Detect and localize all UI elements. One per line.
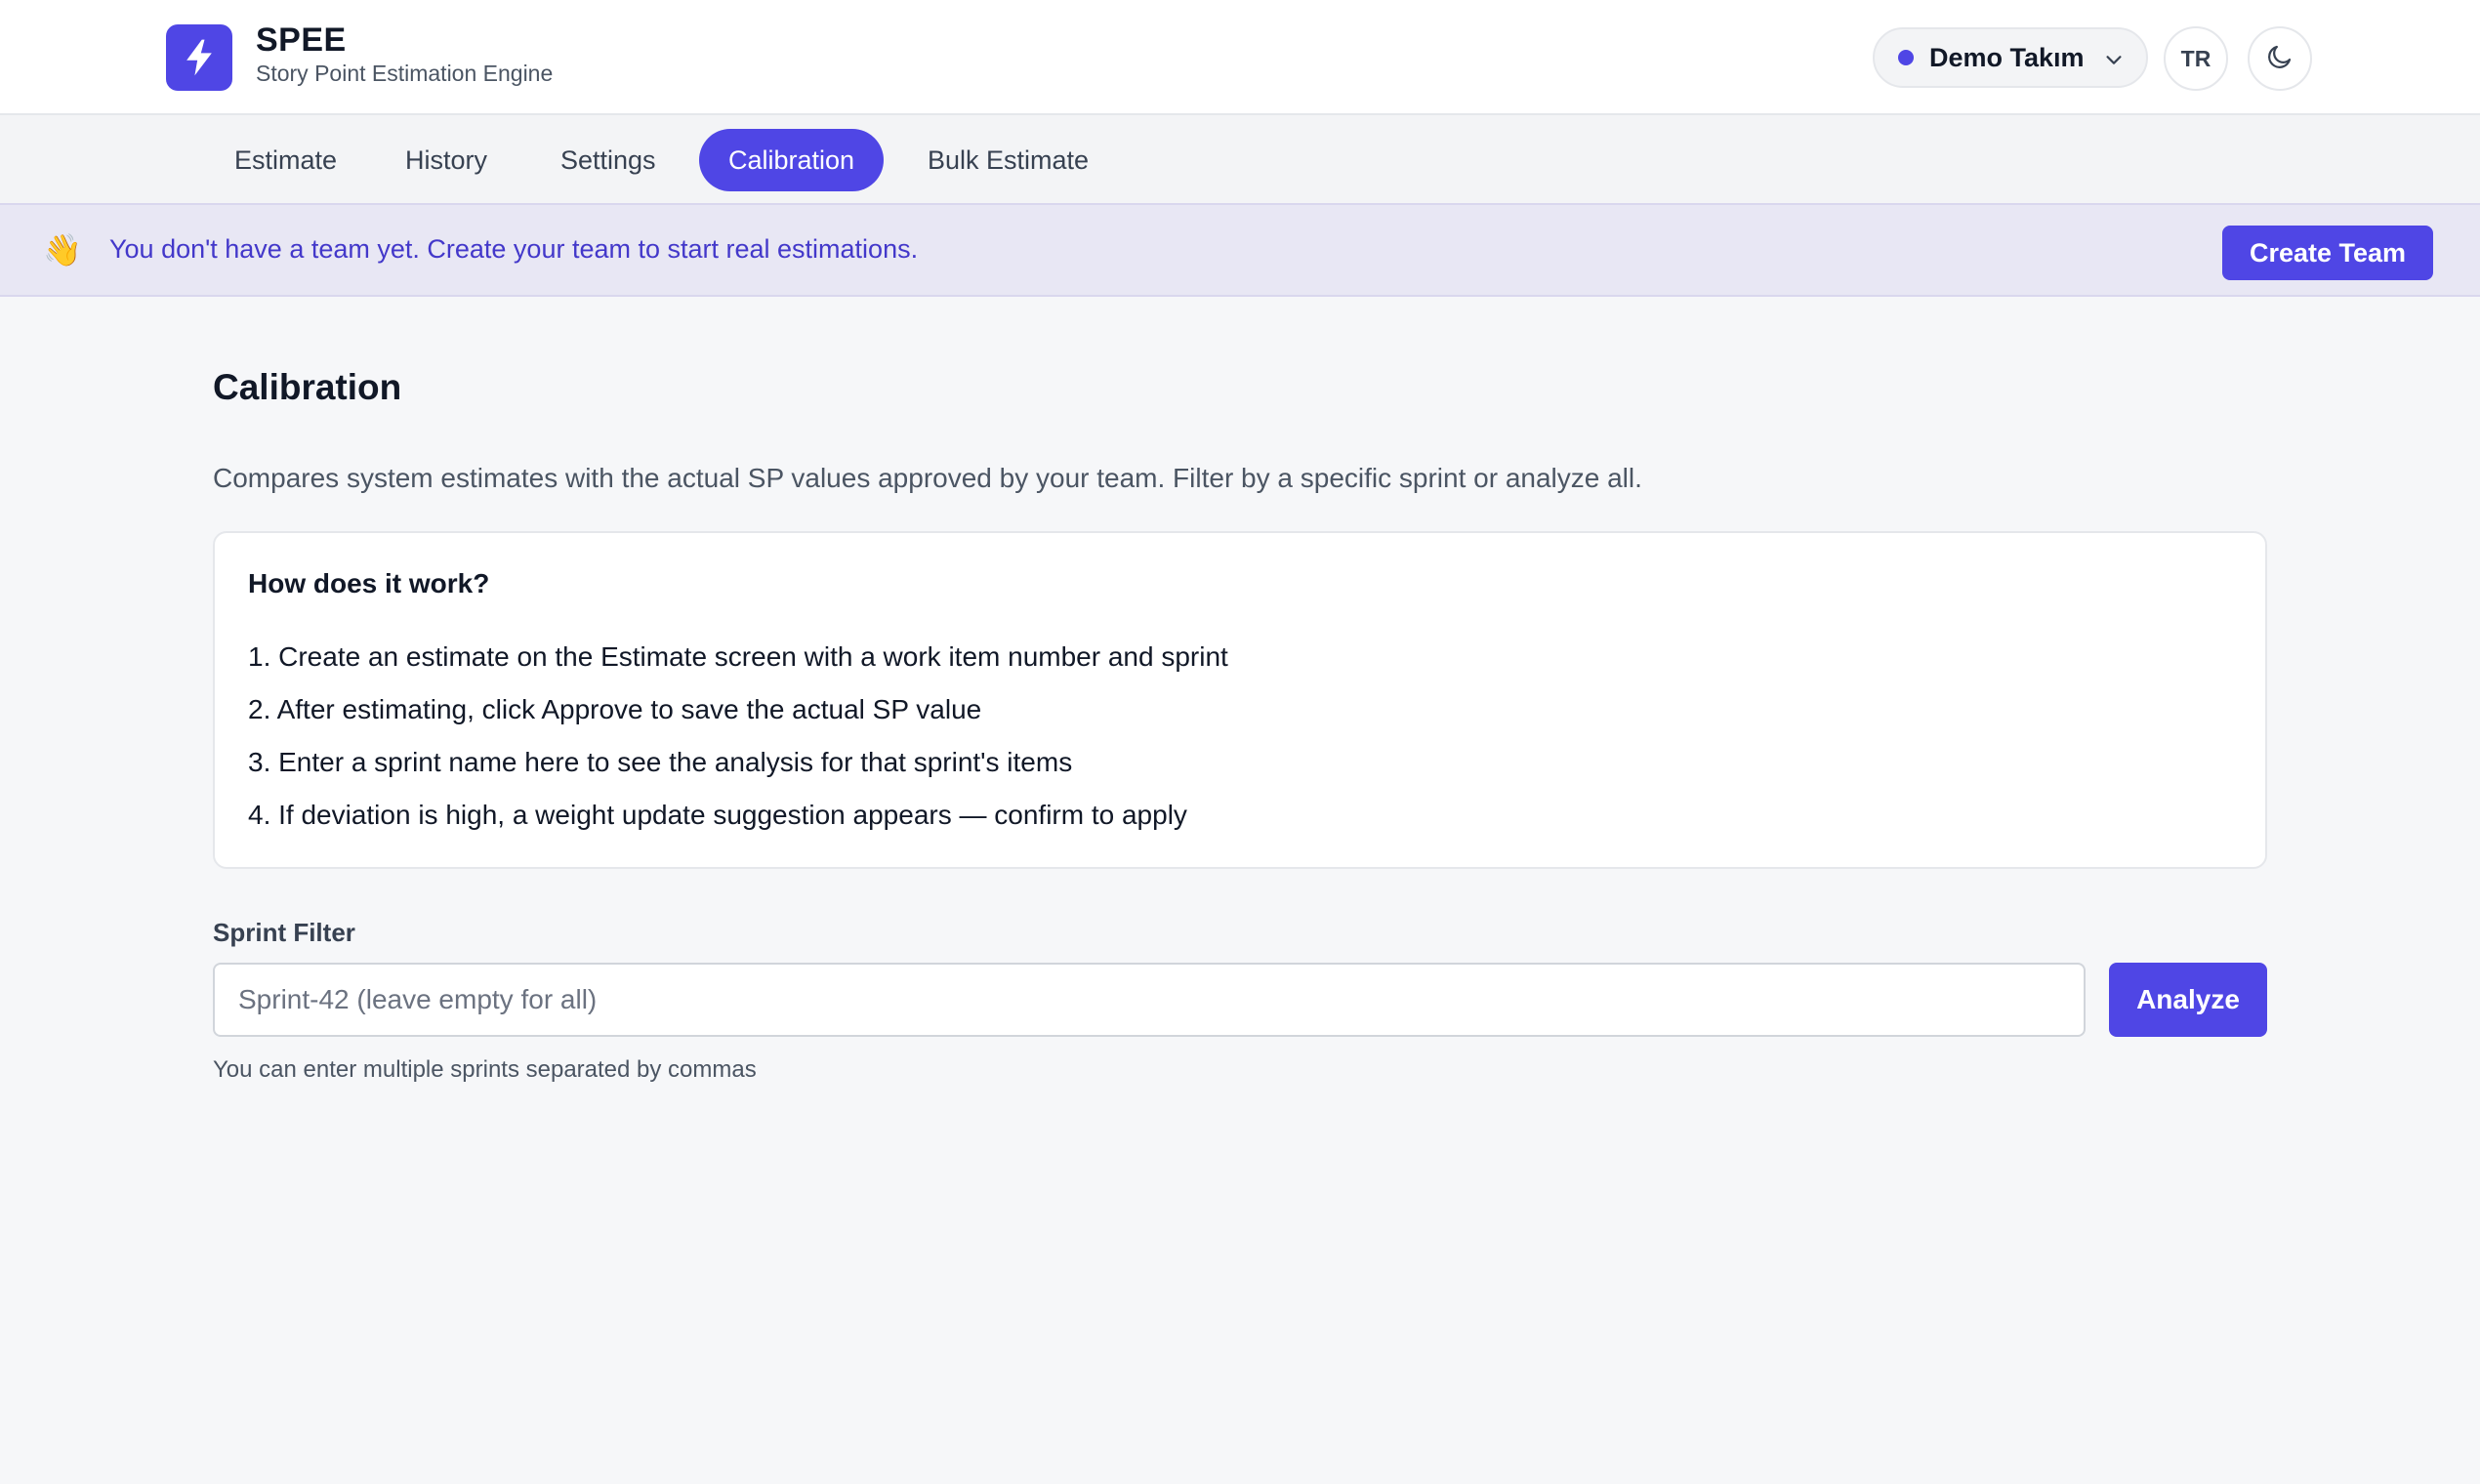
list-item: 3. Enter a sprint name here to see the a… — [248, 747, 1073, 777]
sprint-filter-label: Sprint Filter — [213, 918, 355, 947]
create-team-button[interactable]: Create Team — [2222, 226, 2433, 280]
moon-icon — [2265, 42, 2294, 76]
tab-bulk-estimate[interactable]: Bulk Estimate — [898, 129, 1118, 191]
team-selector[interactable]: Demo Takım — [1873, 27, 2148, 88]
app-subtitle: Story Point Estimation Engine — [256, 61, 554, 86]
sprint-filter-input[interactable] — [213, 963, 2086, 1037]
theme-toggle-button[interactable] — [2248, 26, 2312, 91]
tab-settings[interactable]: Settings — [531, 129, 685, 191]
sprint-filter-hint: You can enter multiple sprints separated… — [213, 1056, 757, 1083]
tab-history[interactable]: History — [376, 129, 517, 191]
waving-hand-icon: 👋 — [43, 232, 82, 268]
lightning-bolt-icon[interactable] — [166, 24, 232, 91]
chevron-down-icon — [2103, 49, 2125, 75]
page-title: Calibration — [213, 367, 402, 407]
tab-calibration[interactable]: Calibration — [699, 129, 885, 191]
list-item: 4. If deviation is high, a weight update… — [248, 800, 1187, 830]
how-it-works-steps: 1. Create an estimate on the Estimate sc… — [248, 631, 1228, 842]
team-selector-label: Demo Takım — [1929, 42, 2085, 72]
tab-estimate[interactable]: Estimate — [205, 129, 366, 191]
list-item: 1. Create an estimate on the Estimate sc… — [248, 641, 1228, 672]
no-team-banner: 👋 You don't have a team yet. Create your… — [0, 203, 2480, 297]
how-it-works-title: How does it work? — [248, 568, 490, 598]
language-button[interactable]: TR — [2164, 26, 2228, 91]
main-nav: Estimate History Settings Calibration Bu… — [0, 115, 2480, 203]
app-header: SPEE Story Point Estimation Engine Demo … — [0, 0, 2480, 115]
analyze-button[interactable]: Analyze — [2109, 963, 2267, 1037]
app-name: SPEE — [256, 21, 347, 59]
page-description: Compares system estimates with the actua… — [213, 463, 1642, 493]
banner-message: You don't have a team yet. Create your t… — [109, 234, 919, 264]
team-status-dot — [1898, 50, 1914, 65]
how-it-works-card: How does it work? 1. Create an estimate … — [213, 531, 2267, 869]
list-item: 2. After estimating, click Approve to sa… — [248, 694, 982, 724]
